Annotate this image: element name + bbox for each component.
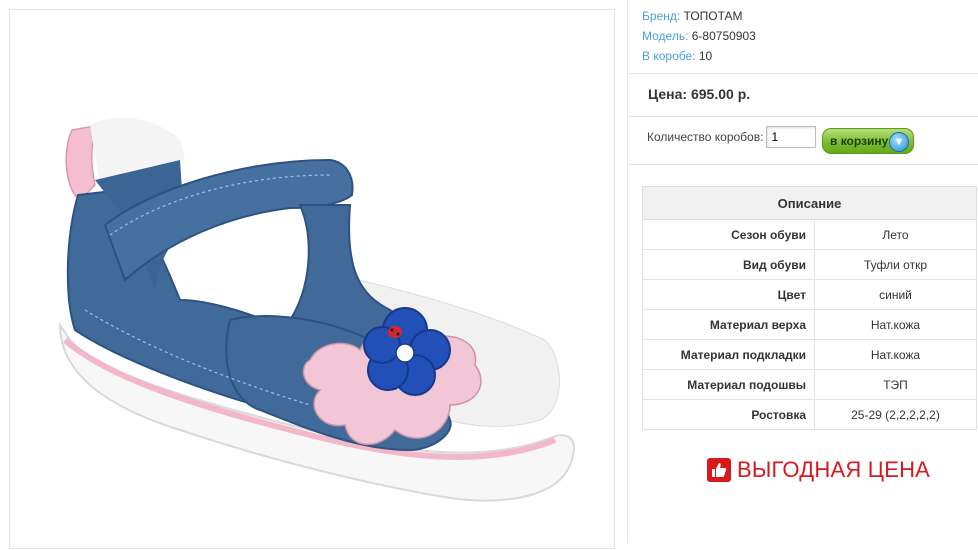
quantity-label: Количество коробов: [647,130,764,144]
box-count-row: В коробе: 10 [642,46,756,66]
brand-row: Бренд: ТОПОТАМ [642,6,756,26]
spec-name: Цвет [642,279,815,310]
price: Цена: 695.00 р. [648,86,751,102]
table-row: Сезон обуви Лето [642,219,977,250]
model-label: Модель: [642,29,689,43]
good-price-text: ВЫГОДНАЯ ЦЕНА [737,457,931,482]
table-row: Материал подкладки Нат.кожа [642,339,977,370]
brand-label[interactable]: Бренд: [642,9,680,23]
quantity-input[interactable] [766,126,817,148]
spec-value: 25-29 (2,2,2,2,2) [814,399,977,430]
thumbs-up-icon [707,458,731,482]
spec-name: Материал подошвы [642,369,815,400]
table-row: Вид обуви Туфли откр [642,249,977,280]
product-meta: Бренд: ТОПОТАМ Модель: 6-80750903 В коро… [642,6,756,66]
description-title: Описание [642,186,977,220]
description-table: Описание Сезон обуви Лето Вид обуви Туфл… [642,186,977,430]
divider [628,116,978,117]
cart-icon: ▼ [889,132,909,152]
brand-value: ТОПОТАМ [683,9,743,23]
model-row: Модель: 6-80750903 [642,26,756,46]
quantity-row: Количество коробов: [647,126,817,148]
spec-name: Материал верха [642,309,815,340]
sandal-illustration [58,117,575,502]
model-value: 6-80750903 [691,29,756,43]
spec-value: Нат.кожа [814,339,977,370]
table-row: Материал подошвы ТЭП [642,369,977,400]
box-count-label: В коробе: [642,49,696,63]
spec-name: Материал подкладки [642,339,815,370]
add-to-cart-button[interactable]: в корзину ▼ [822,128,914,154]
spec-name: Ростовка [642,399,815,430]
spec-value: ТЭП [814,369,977,400]
table-row: Материал верха Нат.кожа [642,309,977,340]
spec-value: синий [814,279,977,310]
spec-value: Туфли откр [814,249,977,280]
good-price-banner: ВЫГОДНАЯ ЦЕНА [707,457,930,483]
table-row: Цвет синий [642,279,977,310]
divider [628,73,978,74]
spec-value: Лето [814,219,977,250]
spec-value: Нат.кожа [814,309,977,340]
table-row: Ростовка 25-29 (2,2,2,2,2) [642,399,977,430]
add-to-cart-label: в корзину [830,134,889,148]
column-divider [627,0,628,542]
divider [628,164,978,165]
box-count-value: 10 [698,49,713,63]
product-image[interactable] [9,9,615,549]
spec-name: Вид обуви [642,249,815,280]
spec-name: Сезон обуви [642,219,815,250]
